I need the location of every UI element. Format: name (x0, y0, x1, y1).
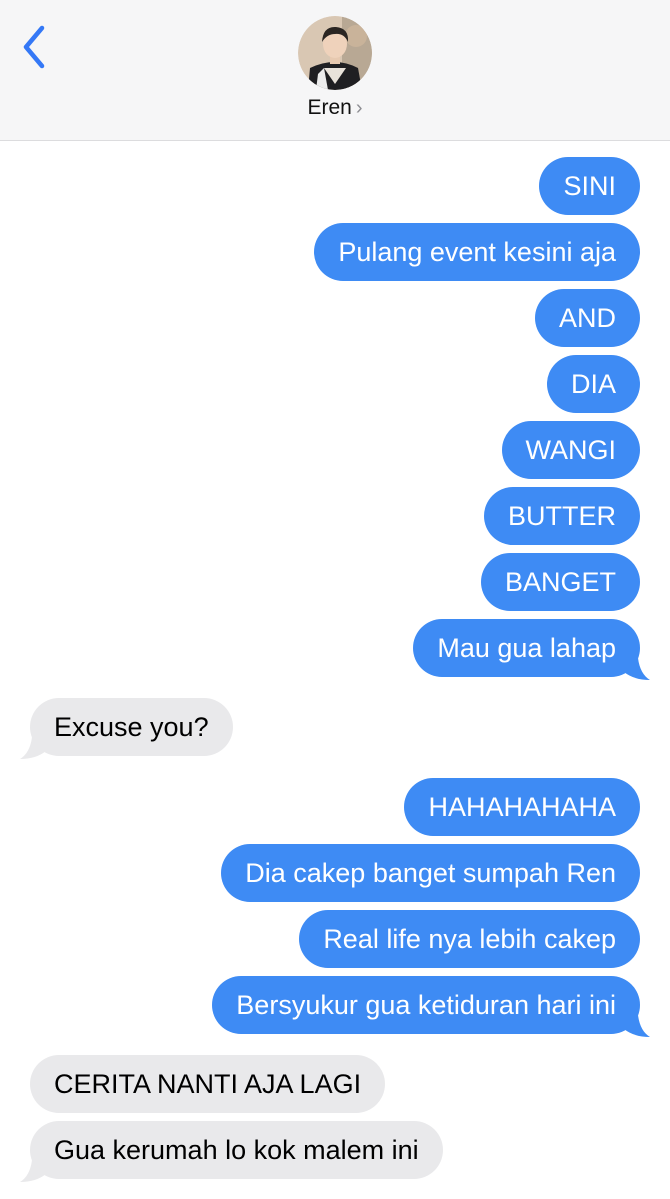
message-bubble[interactable]: CERITA NANTI AJA LAGI (30, 1055, 386, 1113)
message-bubble[interactable]: Excuse you? (30, 698, 233, 756)
message-bubble[interactable]: SINI (539, 157, 640, 215)
received-message: Excuse you? (0, 698, 670, 759)
chevron-right-icon: › (355, 97, 363, 119)
sent-message: Real life nya lebih cakep (0, 910, 670, 968)
message-bubble[interactable]: Bersyukur gua ketiduran hari ini (212, 976, 640, 1034)
chevron-left-icon (23, 25, 45, 69)
messages-screen: Eren › SINI Pulang event kesini aja AND DIA W… (0, 0, 670, 1199)
received-message: CERITA NANTI AJA LAGI (0, 1055, 670, 1113)
sent-message: Bersyukur gua ketiduran hari ini (0, 976, 670, 1037)
conversation-header: Eren › (0, 0, 670, 141)
message-bubble[interactable]: Mau gua lahap (413, 619, 640, 677)
sent-message: DIA (0, 355, 670, 413)
message-thread[interactable]: SINI Pulang event kesini aja AND DIA WANGI BU… (0, 141, 670, 1199)
contact-name-button[interactable]: Eren › (0, 96, 670, 120)
sent-message: Dia cakep banget sumpah Ren (0, 844, 670, 902)
contact-avatar[interactable] (298, 16, 372, 90)
sent-message: WANGI (0, 421, 670, 479)
back-button[interactable] (14, 22, 58, 72)
message-bubble[interactable]: BUTTER (484, 487, 640, 545)
sent-message: HAHAHAHAHA (0, 778, 670, 836)
message-bubble[interactable]: AND (534, 289, 640, 347)
sent-message: SINI (0, 157, 670, 215)
message-bubble[interactable]: Dia cakep banget sumpah Ren (221, 844, 640, 902)
message-bubble[interactable]: Pulang event kesini aja (314, 223, 640, 281)
message-bubble[interactable]: DIA (546, 355, 640, 413)
bubble-tail (20, 1160, 46, 1182)
sent-message: Pulang event kesini aja (0, 223, 670, 281)
message-bubble[interactable]: Gua kerumah lo kok malem ini (30, 1121, 443, 1179)
sent-message: Mau gua lahap (0, 619, 670, 680)
sent-message: AND (0, 289, 670, 347)
message-bubble[interactable]: BANGET (480, 553, 640, 611)
message-bubble[interactable]: WANGI (501, 421, 640, 479)
received-message: Gua kerumah lo kok malem ini (0, 1121, 670, 1182)
bubble-tail (20, 737, 46, 759)
sent-message: BUTTER (0, 487, 670, 545)
sent-message: BANGET (0, 553, 670, 611)
bubble-tail (624, 1015, 650, 1037)
message-bubble[interactable]: Real life nya lebih cakep (299, 910, 640, 968)
bubble-tail (624, 658, 650, 680)
avatar-photo (298, 16, 372, 90)
message-bubble[interactable]: HAHAHAHAHA (404, 778, 640, 836)
contact-name: Eren (307, 96, 352, 119)
